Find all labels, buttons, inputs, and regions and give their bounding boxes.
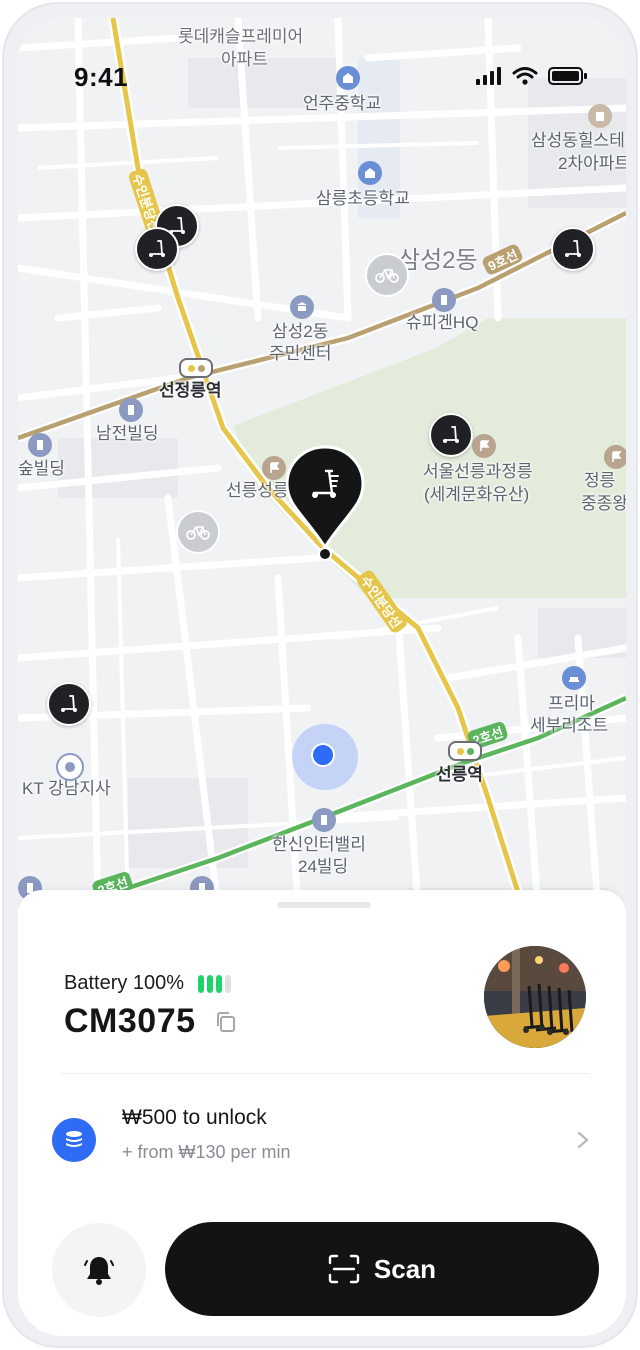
building-icon bbox=[28, 433, 52, 457]
wifi-icon bbox=[512, 67, 538, 85]
subway-station-marker[interactable] bbox=[448, 741, 482, 761]
coins-icon bbox=[52, 1118, 96, 1162]
school-icon bbox=[358, 161, 382, 185]
battery-label: Battery 100% bbox=[64, 972, 185, 994]
scooter-pin[interactable] bbox=[135, 227, 179, 271]
map-label-lotte-castle: 롯데캐슬프레미어 bbox=[178, 27, 304, 46]
map-label-kt: KT 강남지사 bbox=[22, 779, 111, 798]
app-screen: 롯데캐슬프레미어 아파트 언주중학교 삼성동힐스테 2차아파트 삼릉초등학교 삼… bbox=[18, 18, 626, 1336]
unlock-price: ₩500 to unlock bbox=[122, 1106, 267, 1129]
map-label-prima-2: 세부리조트 bbox=[530, 716, 609, 735]
selected-scooter-pin[interactable] bbox=[284, 443, 366, 573]
landmark-flag-icon bbox=[604, 445, 626, 469]
map-label-prima-1: 프리마 bbox=[548, 694, 595, 713]
signal-icon bbox=[476, 67, 501, 85]
map-label-jeongneung-1: 정릉 bbox=[584, 471, 616, 490]
map-label-supigen: 슈피겐HQ bbox=[406, 313, 479, 332]
map-label-royal-tombs-1: 서울선릉과정릉 bbox=[423, 462, 533, 481]
bell-icon bbox=[84, 1257, 114, 1285]
vehicle-id: CM3075 bbox=[64, 1002, 196, 1040]
map-label-samsung-hills: 삼성동힐스테 bbox=[531, 131, 625, 150]
device-frame: 롯데캐슬프레미어 아파트 언주중학교 삼성동힐스테 2차아파트 삼릉초등학교 삼… bbox=[0, 0, 640, 1350]
map-label-apartment: 아파트 bbox=[221, 50, 268, 69]
map-view[interactable]: 롯데캐슬프레미어 아파트 언주중학교 삼성동힐스테 2차아파트 삼릉초등학교 삼… bbox=[18, 18, 626, 908]
copy-icon[interactable] bbox=[214, 1010, 238, 1034]
map-label-apt2: 2차아파트 bbox=[558, 154, 626, 173]
phone-body: 롯데캐슬프레미어 아파트 언주중학교 삼성동힐스테 2차아파트 삼릉초등학교 삼… bbox=[2, 2, 638, 1348]
bicycle-icon bbox=[186, 526, 210, 540]
landmark-flag-icon bbox=[472, 434, 496, 458]
building-icon bbox=[119, 398, 143, 422]
map-label-namjeon: 남전빌딩 bbox=[96, 424, 159, 443]
map-label-bilding-left: 숲빌딩 bbox=[18, 459, 65, 478]
map-label-samsung2dong: 삼성2동 bbox=[398, 247, 478, 274]
scooter-icon bbox=[443, 426, 459, 443]
landmark-flag-icon bbox=[262, 456, 286, 480]
status-icons bbox=[476, 66, 588, 86]
map-label-eonju-middle: 언주중학교 bbox=[303, 94, 382, 113]
scan-icon bbox=[328, 1254, 360, 1284]
scooter-icon bbox=[565, 240, 581, 257]
target-poi-icon bbox=[56, 753, 84, 781]
sheet-grabber[interactable] bbox=[277, 902, 371, 908]
building-icon bbox=[432, 288, 456, 312]
status-time: 9:41 bbox=[74, 62, 129, 92]
vehicle-id-row: CM3075 bbox=[64, 1002, 238, 1041]
subway-station-marker[interactable] bbox=[179, 358, 213, 378]
school-icon bbox=[336, 66, 360, 90]
ring-bell-button[interactable] bbox=[52, 1223, 146, 1317]
map-label-hanshin-1: 한신인터밸리 bbox=[272, 835, 366, 854]
scooter-icon bbox=[149, 240, 165, 257]
vehicle-photo[interactable] bbox=[484, 946, 586, 1048]
apartment-icon bbox=[588, 104, 612, 128]
map-label-royal-tombs-2: (세계문화유산) bbox=[424, 485, 530, 504]
battery-status-icon bbox=[548, 67, 587, 85]
scooter-pin[interactable] bbox=[47, 682, 91, 726]
building-icon bbox=[312, 808, 336, 832]
battery-row: Battery 100% bbox=[64, 972, 232, 995]
scooter-icon bbox=[312, 469, 339, 498]
bike-pin[interactable] bbox=[365, 253, 409, 297]
map-label-seonjeongneung-station: 선정릉역 bbox=[159, 381, 222, 400]
per-minute-price: + from ₩130 per min bbox=[122, 1142, 291, 1162]
map-label-jeongneung-2: 중종왕 bbox=[581, 494, 626, 513]
chevron-right-icon bbox=[577, 1131, 589, 1149]
map-label-seonneung-partial: 선릉성릉 bbox=[226, 481, 289, 500]
map-label-center-1: 삼성2동 bbox=[272, 322, 329, 341]
bike-pin[interactable] bbox=[176, 510, 220, 554]
vehicle-bottom-sheet[interactable]: Battery 100% CM3075 ₩500 to unlock + fro… bbox=[18, 890, 626, 1336]
hotel-icon bbox=[562, 666, 586, 690]
map-label-samneung-elem: 삼릉초등학교 bbox=[316, 189, 410, 208]
scooter-icon bbox=[61, 695, 77, 712]
map-label-seolleung-station: 선릉역 bbox=[436, 765, 483, 784]
scooter-pin[interactable] bbox=[551, 227, 595, 271]
government-building-icon bbox=[290, 295, 314, 319]
battery-level-icon bbox=[198, 974, 232, 993]
scooter-pin[interactable] bbox=[429, 413, 473, 457]
scan-button[interactable]: Scan bbox=[165, 1222, 599, 1316]
bicycle-icon bbox=[375, 269, 399, 283]
pricing-row[interactable]: ₩500 to unlock + from ₩130 per min bbox=[48, 1100, 598, 1180]
user-location-dot bbox=[311, 743, 335, 767]
map-label-center-2: 주민센터 bbox=[269, 344, 332, 363]
scan-label: Scan bbox=[373, 1253, 437, 1284]
map-label-hanshin-2: 24빌딩 bbox=[298, 857, 349, 876]
divider bbox=[60, 1073, 590, 1074]
